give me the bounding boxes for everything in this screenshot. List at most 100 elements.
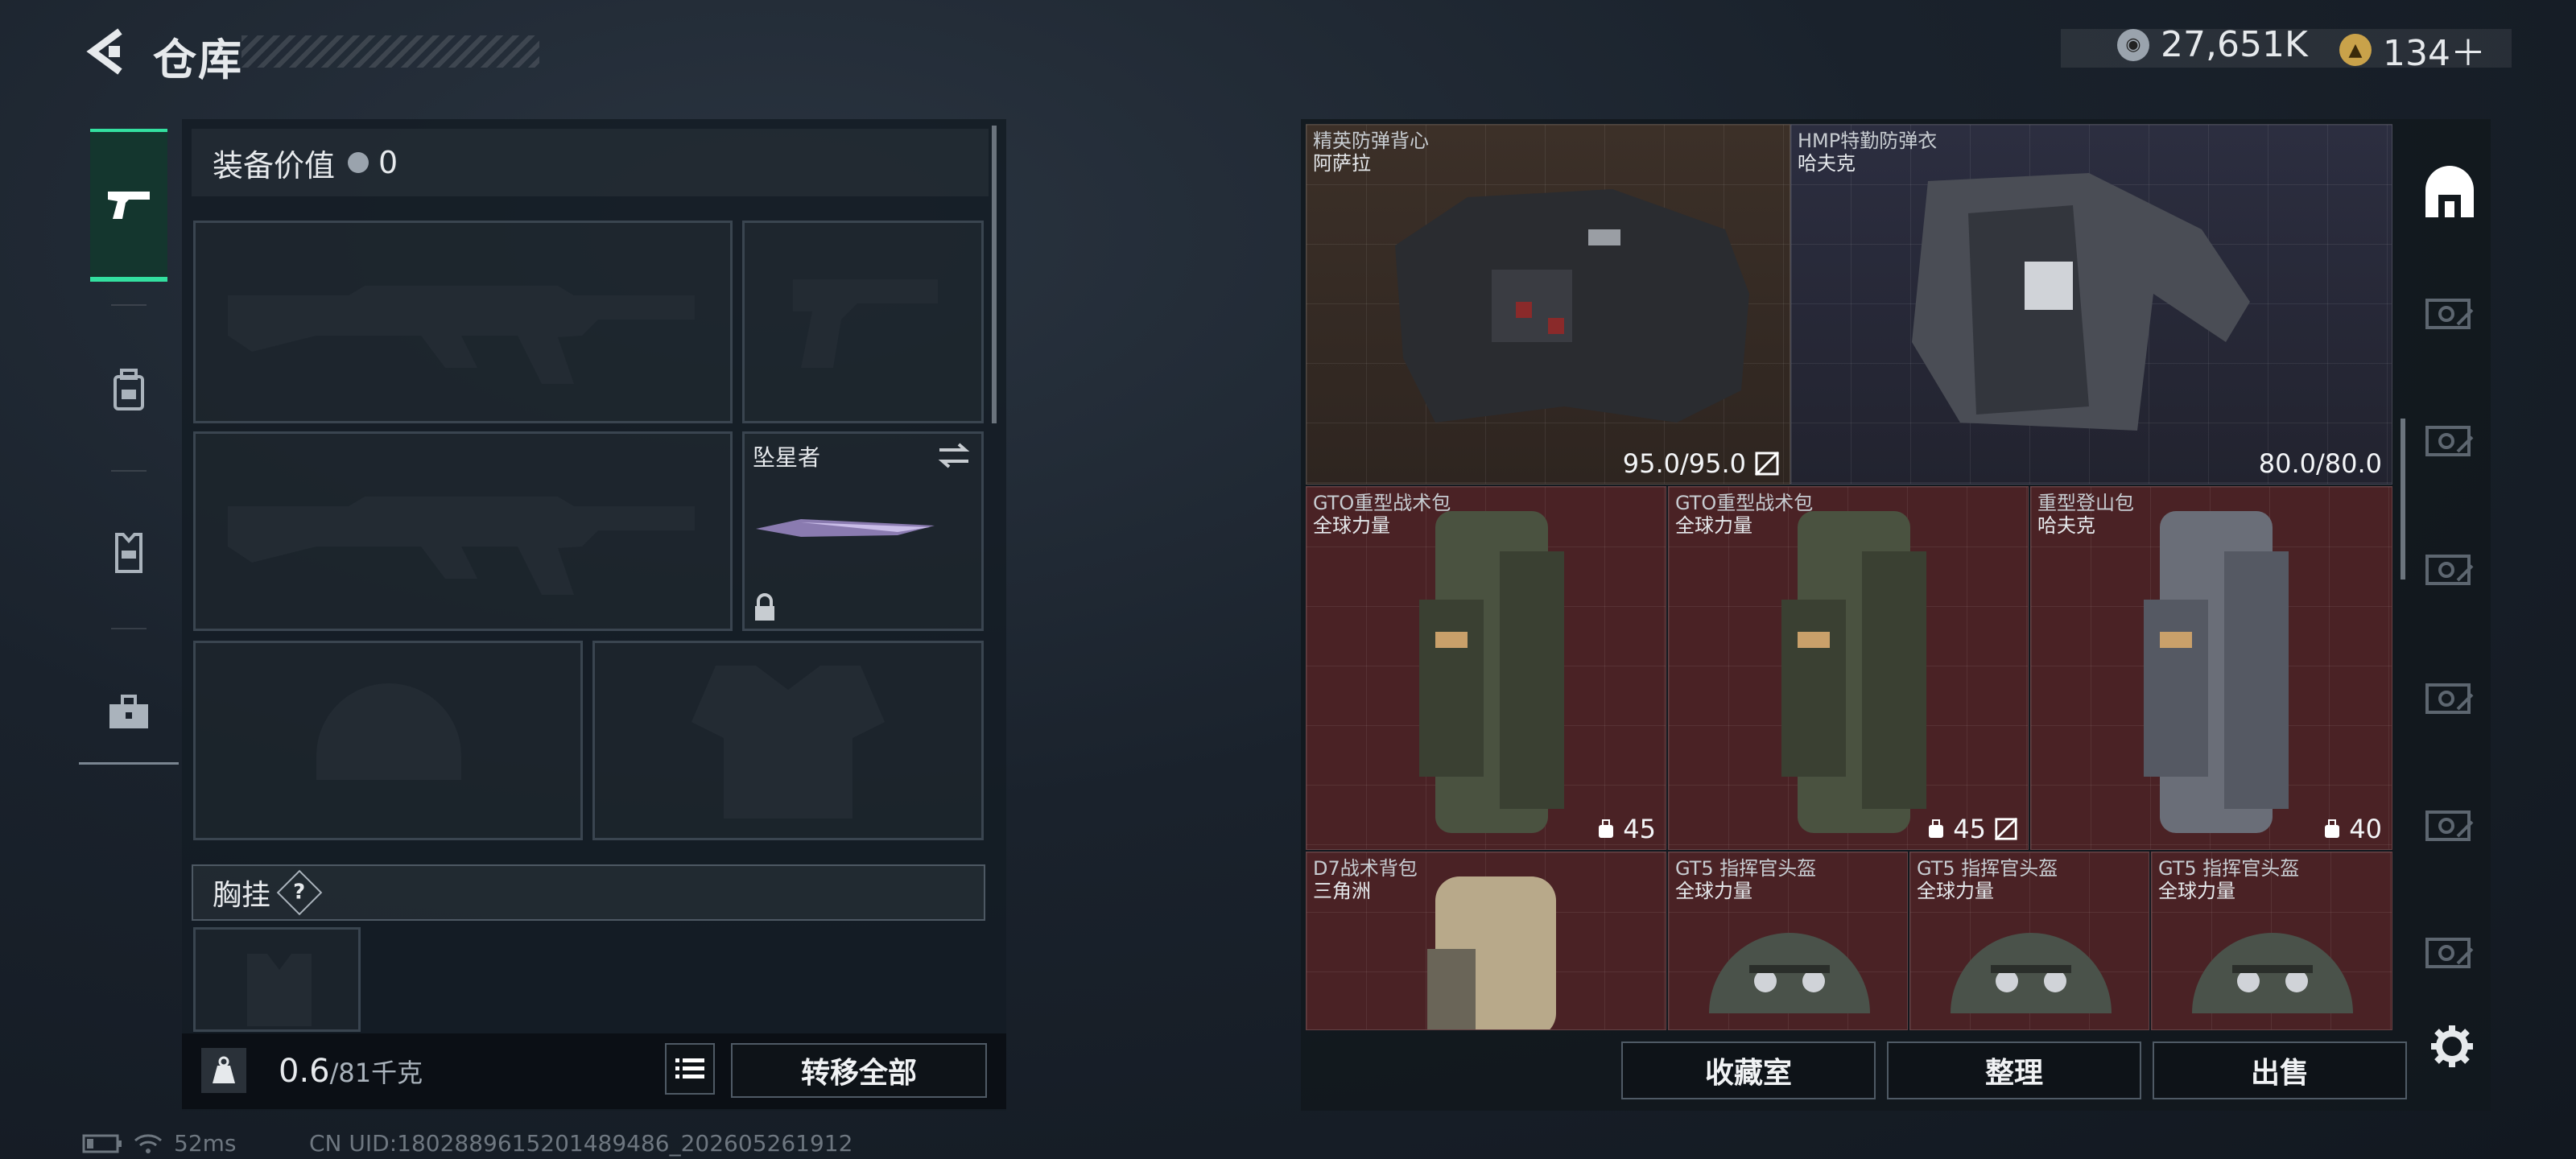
vest-image-icon — [1395, 189, 1749, 423]
item-title: GT5 指挥官头盔 — [1675, 857, 1817, 880]
toolbox-icon — [109, 695, 148, 728]
weight-readout: 0.6/81千克 — [279, 1053, 423, 1090]
gear-icon — [2431, 1025, 2473, 1067]
page-title: 仓库 — [153, 35, 243, 85]
item-maker: 哈夫克 — [2037, 514, 2095, 537]
durability: 80.0/80.0 — [2259, 448, 2382, 479]
loadout-scrollbar[interactable] — [992, 126, 997, 423]
backpack-image-icon — [2144, 511, 2289, 833]
item-maker: 全球力量 — [1917, 880, 1994, 902]
stash-item-vest-hmp[interactable]: HMP特勤防弹衣 哈夫克 80.0/80.0 — [1790, 124, 2392, 485]
vest-image-icon — [1912, 173, 2250, 431]
capacity-icon — [1599, 819, 1614, 838]
tab-backpack[interactable] — [90, 314, 167, 467]
currency-secondary[interactable]: ▲ 134＋ — [2339, 24, 2486, 76]
primary-weapon-slot[interactable] — [193, 221, 733, 423]
weight-icon — [201, 1048, 246, 1093]
stash-item-backpack-d7[interactable]: D7战术背包 三角洲 — [1306, 852, 1666, 1030]
weight-current: 0.6 — [279, 1053, 330, 1090]
rifle-silhouette-icon — [228, 286, 695, 384]
chest-rig-header: 胸挂 ? — [192, 864, 985, 921]
list-view-button[interactable] — [665, 1043, 715, 1095]
help-mark: ? — [293, 881, 306, 905]
user-uid: CN UID:1802889615201489486_202605261912 — [309, 1130, 853, 1157]
stash-item-helmet-gt5-2[interactable]: GT5 指挥官头盔 全球力量 — [1909, 852, 2149, 1030]
armor-slot[interactable] — [592, 641, 984, 840]
sidearm-slot[interactable] — [742, 221, 984, 423]
chest-rig-slot[interactable] — [193, 927, 361, 1032]
backpack-image-icon — [1427, 876, 1556, 1029]
lock-icon — [755, 593, 774, 621]
stash-item-backpack-gto-1[interactable]: GTO重型战术包 全球力量 45 — [1306, 486, 1666, 850]
tab-vest[interactable] — [90, 476, 167, 629]
stash-box-icon — [2425, 810, 2474, 841]
swap-icon[interactable] — [936, 442, 972, 469]
collection-room-button[interactable]: 收藏室 — [1621, 1041, 1876, 1099]
capacity: 45 — [1927, 814, 2018, 844]
backpack-image-icon — [1781, 511, 1926, 833]
sell-button[interactable]: 出售 — [2153, 1041, 2407, 1099]
stash-item-backpack-mountain[interactable]: 重型登山包 哈夫克 40 — [2030, 486, 2392, 850]
currency-primary-value: 27,651K — [2161, 24, 2308, 65]
status-bar: 52ms — [82, 1130, 237, 1157]
backpack-icon — [114, 369, 144, 410]
helmet-image-icon — [1709, 933, 1870, 1013]
stash-box-icon — [2425, 555, 2474, 585]
equipment-value-bar: 装备价值 0 — [192, 129, 989, 196]
list-icon — [675, 1058, 704, 1079]
ping-value: 52ms — [174, 1130, 237, 1157]
transfer-all-button[interactable]: 转移全部 — [731, 1043, 987, 1098]
category-rail — [79, 113, 179, 765]
secondary-weapon-slot[interactable] — [193, 431, 733, 631]
back-button[interactable] — [77, 27, 134, 76]
item-maker: 三角洲 — [1313, 880, 1371, 902]
weight-max: /81千克 — [329, 1058, 423, 1088]
capacity-icon — [2325, 819, 2340, 838]
helmet-slot[interactable] — [193, 641, 583, 840]
stash-page-6[interactable] — [2421, 927, 2478, 975]
durability-value: 95.0/95.0 — [1622, 448, 1746, 479]
sort-button[interactable]: 整理 — [1887, 1041, 2141, 1099]
stash-page-2[interactable] — [2421, 415, 2478, 464]
item-maker: 阿萨拉 — [1313, 152, 1371, 175]
stash-page-5[interactable] — [2421, 800, 2478, 848]
warehouse-icon — [2425, 166, 2474, 217]
tab-weapons[interactable] — [90, 129, 167, 282]
tab-toolbox[interactable] — [90, 636, 167, 789]
stash-item-backpack-gto-2[interactable]: GTO重型战术包 全球力量 45 — [1668, 486, 2029, 850]
coin-icon: ◉ — [2117, 28, 2149, 61]
melee-name: 坠星者 — [753, 444, 821, 471]
durability: 95.0/95.0 — [1623, 448, 1780, 479]
currency-secondary-value: 134＋ — [2383, 33, 2486, 74]
stash-page-4[interactable] — [2421, 673, 2478, 721]
not-insured-icon — [1994, 817, 2018, 841]
item-title: GT5 指挥官头盔 — [1917, 857, 2058, 880]
stash-box-icon — [2425, 426, 2474, 456]
melee-slot[interactable]: 坠星者 — [742, 431, 984, 631]
knife-icon — [756, 519, 935, 537]
stash-item-vest-elite[interactable]: 精英防弹背心 阿萨拉 95.0/95.0 — [1306, 124, 1790, 485]
helmet-image-icon — [2192, 933, 2353, 1013]
currency-primary: ◉ 27,651K — [2117, 24, 2308, 65]
item-maker: 全球力量 — [2158, 880, 2235, 902]
title-decoration — [242, 35, 539, 68]
stash-item-helmet-gt5-3[interactable]: GT5 指挥官头盔 全球力量 — [2151, 852, 2392, 1030]
gold-coin-icon: ▲ — [2339, 34, 2372, 66]
capacity-icon — [1929, 819, 1944, 838]
stash-page-3[interactable] — [2421, 544, 2478, 592]
item-title: 重型登山包 — [2037, 492, 2134, 514]
capacity-value: 45 — [1953, 814, 1986, 844]
settings-button[interactable] — [2428, 1022, 2476, 1070]
capacity-value: 40 — [2349, 814, 2382, 844]
durability-value: 80.0/80.0 — [2258, 448, 2382, 479]
help-icon[interactable]: ? — [276, 869, 323, 916]
stash-page-1[interactable] — [2421, 288, 2478, 336]
item-title: GT5 指挥官头盔 — [2158, 857, 2300, 880]
back-arrow-icon — [86, 28, 122, 75]
stash-scrollbar[interactable] — [2401, 419, 2405, 580]
stash-item-helmet-gt5-1[interactable]: GT5 指挥官头盔 全球力量 — [1668, 852, 1908, 1030]
chest-rig-label: 胸挂 — [213, 879, 271, 912]
tab-all-stash[interactable] — [2421, 161, 2478, 225]
coin-icon — [348, 152, 369, 173]
wifi-icon — [134, 1133, 162, 1153]
